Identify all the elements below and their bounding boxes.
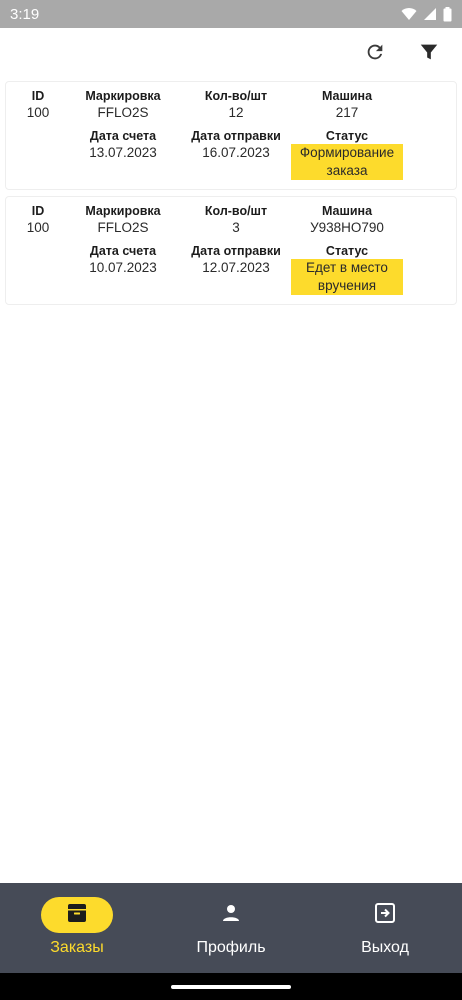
quantity-cell: Кол-во/шт 3: [178, 203, 294, 237]
marking-value: FFLO2S: [97, 220, 149, 235]
refresh-icon: [364, 41, 386, 68]
marking-value: FFLO2S: [97, 105, 149, 120]
invoice-date-label: Дата счета: [89, 129, 157, 143]
shipping-date-value: 12.07.2023: [202, 260, 270, 275]
nav-item-logout[interactable]: Выход: [308, 883, 462, 973]
home-indicator[interactable]: [171, 985, 291, 989]
person-icon: [219, 901, 243, 930]
shipping-date-value: 16.07.2023: [202, 145, 270, 160]
signal-icon: [423, 7, 437, 21]
marking-label: Маркировка: [85, 204, 161, 218]
marking-cell: Маркировка FFLO2S: [68, 88, 178, 122]
gesture-navigation-bar: [0, 973, 462, 1000]
car-value: 217: [335, 105, 359, 120]
clock: 3:19: [10, 5, 40, 23]
nav-label-logout: Выход: [361, 939, 409, 956]
quantity-value: 3: [232, 220, 240, 235]
status-label: Статус: [325, 129, 369, 143]
quantity-label: Кол-во/шт: [204, 89, 268, 103]
invoice-date-label: Дата счета: [89, 244, 157, 258]
archive-icon: [65, 901, 89, 930]
wifi-icon: [401, 7, 417, 21]
status-badge: Едет в место вручения: [291, 259, 403, 295]
status-cell: Статус Едет в место вручения: [291, 243, 403, 295]
order-card[interactable]: ID 100 Маркировка FFLO2S Кол-во/шт 12 Ма…: [5, 81, 457, 190]
id-value: 100: [26, 220, 50, 235]
filter-button[interactable]: [412, 37, 446, 71]
bottom-navigation: Заказы Профиль Выход: [0, 883, 462, 973]
nav-label-profile: Профиль: [196, 939, 266, 956]
order-card[interactable]: ID 100 Маркировка FFLO2S Кол-во/шт 3 Маш…: [5, 196, 457, 305]
nav-indicator: [41, 897, 113, 933]
quantity-label: Кол-во/шт: [204, 204, 268, 218]
id-cell: ID 100: [18, 203, 58, 237]
orders-list: ID 100 Маркировка FFLO2S Кол-во/шт 12 Ма…: [5, 81, 457, 311]
shipping-date-label: Дата отправки: [191, 129, 281, 143]
nav-indicator: [195, 897, 267, 933]
refresh-button[interactable]: [358, 37, 392, 71]
invoice-date-value: 13.07.2023: [89, 145, 157, 160]
marking-cell: Маркировка FFLO2S: [68, 203, 178, 237]
invoice-date-value: 10.07.2023: [89, 260, 157, 275]
shipping-date-cell: Дата отправки 12.07.2023: [178, 243, 294, 277]
id-label: ID: [31, 89, 45, 103]
marking-label: Маркировка: [85, 89, 161, 103]
shipping-date-label: Дата отправки: [191, 244, 281, 258]
status-badge: Формирование заказа: [291, 144, 403, 180]
logout-icon: [373, 901, 397, 930]
invoice-date-cell: Дата счета 13.07.2023: [68, 128, 178, 162]
car-label: Машина: [321, 89, 373, 103]
car-cell: Машина 217: [291, 88, 403, 122]
nav-indicator: [349, 897, 421, 933]
id-value: 100: [26, 105, 50, 120]
nav-item-profile[interactable]: Профиль: [154, 883, 308, 973]
invoice-date-cell: Дата счета 10.07.2023: [68, 243, 178, 277]
nav-label-orders: Заказы: [50, 939, 104, 956]
id-label: ID: [31, 204, 45, 218]
battery-icon: [443, 6, 452, 22]
car-label: Машина: [321, 204, 373, 218]
status-label: Статус: [325, 244, 369, 258]
car-cell: Машина У938НО790: [291, 203, 403, 237]
system-status-bar: 3:19: [0, 0, 462, 28]
shipping-date-cell: Дата отправки 16.07.2023: [178, 128, 294, 162]
car-value: У938НО790: [310, 220, 384, 235]
filter-icon: [418, 41, 440, 68]
quantity-value: 12: [228, 105, 244, 120]
nav-item-orders[interactable]: Заказы: [0, 883, 154, 973]
status-cell: Статус Формирование заказа: [291, 128, 403, 180]
toolbar: [358, 36, 462, 72]
quantity-cell: Кол-во/шт 12: [178, 88, 294, 122]
id-cell: ID 100: [18, 88, 58, 122]
